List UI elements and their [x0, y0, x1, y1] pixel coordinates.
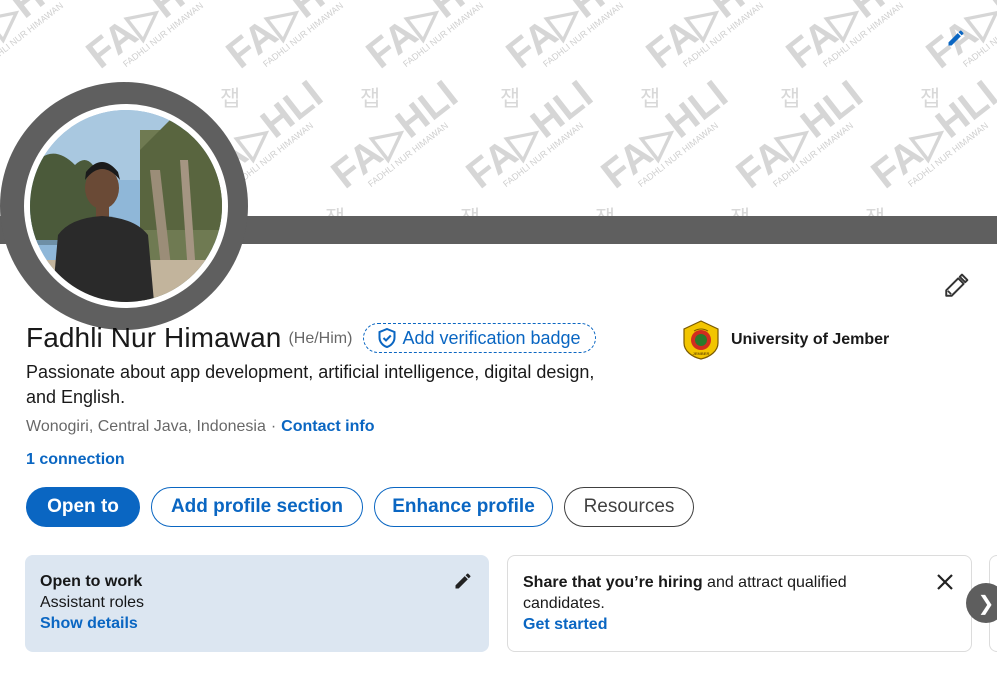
banner-watermark-mark: 잽 [595, 207, 615, 216]
open-to-work-title: Open to work [40, 573, 143, 590]
pencil-icon [948, 30, 964, 46]
banner-watermark-mark: 잽 [500, 87, 520, 112]
edit-banner-button[interactable] [942, 24, 970, 52]
education-link[interactable]: JEMBER University of Jember [680, 319, 889, 361]
edit-open-to-work-button[interactable] [451, 569, 475, 593]
separator-dot: · [270, 418, 277, 435]
pronouns: (He/Him) [288, 330, 353, 347]
get-started-link[interactable]: Get started [523, 614, 955, 635]
enhance-profile-button[interactable]: Enhance profile [374, 487, 553, 527]
profile-actions: Open to Add profile section Enhance prof… [26, 487, 705, 527]
banner-watermark-mark: 잽 [865, 207, 885, 216]
open-to-button[interactable]: Open to [26, 487, 140, 527]
banner-watermark-mark: 잽 [460, 207, 480, 216]
chevron-right-icon: ❯ [977, 592, 995, 615]
banner-watermark-mark: 잽 [640, 87, 660, 112]
contact-info-link[interactable]: Contact info [281, 418, 374, 436]
edit-intro-button[interactable] [938, 268, 974, 304]
name-row: Fadhli Nur Himawan (He/Him) Add verifica… [26, 322, 596, 354]
open-to-work-card: Open to work Assistant roles Show detail… [25, 555, 489, 652]
shield-check-icon [378, 328, 396, 348]
pencil-icon [945, 273, 969, 297]
show-details-link[interactable]: Show details [40, 613, 473, 634]
dismiss-hiring-card-button[interactable] [933, 570, 957, 594]
connections-link[interactable]: 1 connection [26, 451, 125, 469]
pencil-icon [455, 573, 471, 589]
close-icon [937, 574, 953, 590]
hiring-title: Share that you’re hiring [523, 574, 703, 591]
location-text: Wonogiri, Central Java, Indonesia [26, 418, 266, 435]
profile-headline: Passionate about app development, artifi… [26, 362, 595, 407]
open-to-work-roles: Assistant roles [40, 594, 145, 611]
hiring-card: Share that you’re hiring and attract qua… [507, 555, 972, 652]
profile-photo-image [30, 110, 222, 302]
banner-watermark-mark: 잽 [360, 87, 380, 112]
university-name: University of Jember [731, 331, 890, 348]
banner-watermark-mark: 잽 [325, 207, 345, 216]
resources-button[interactable]: Resources [564, 487, 694, 527]
profile-photo[interactable] [30, 110, 222, 302]
hiring-text: Share that you’re hiring and attract qua… [523, 572, 903, 614]
profile-name: Fadhli Nur Himawan [26, 322, 282, 353]
add-profile-section-button[interactable]: Add profile section [151, 487, 363, 527]
university-logo-text: JEMBER [693, 351, 710, 356]
location-row: Wonogiri, Central Java, Indonesia · Cont… [26, 418, 375, 436]
university-logo: JEMBER [680, 319, 722, 361]
banner-watermark-mark: 잽 [730, 207, 750, 216]
verification-label: Add verification badge [402, 327, 581, 348]
banner-watermark-mark: 잽 [220, 87, 240, 112]
add-verification-badge-button[interactable]: Add verification badge [363, 323, 596, 353]
